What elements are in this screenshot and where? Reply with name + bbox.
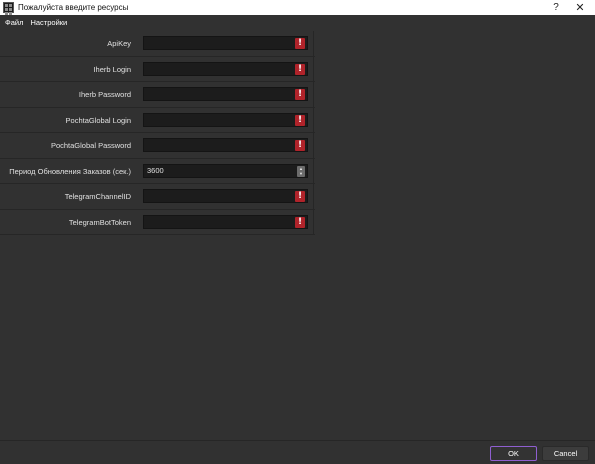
telegram-channel-id-field[interactable]: !	[143, 189, 308, 203]
footer-divider	[0, 440, 595, 441]
window-title: Пожалуйста введите ресурсы	[18, 3, 129, 12]
apikey-input[interactable]	[144, 37, 307, 49]
iherb-password-label: Iherb Password	[78, 90, 131, 99]
menu-bar: Файл Настройки	[0, 15, 595, 29]
row-pochtaglobal-password: PochtaGlobal Password !	[0, 133, 315, 159]
pochtaglobal-login-field[interactable]: !	[143, 112, 308, 127]
telegram-bot-token-field[interactable]: !	[143, 214, 308, 229]
pochtaglobal-password-input[interactable]	[144, 139, 307, 151]
apikey-label: ApiKey	[107, 39, 131, 48]
iherb-login-field[interactable]: !	[143, 61, 308, 76]
row-telegram-channel-id: TelegramChannelID !	[0, 184, 315, 210]
iherb-password-input[interactable]	[144, 88, 307, 100]
ok-button[interactable]: OK	[490, 446, 537, 461]
telegram-bot-token-input[interactable]	[144, 215, 307, 228]
warning-icon: !	[295, 191, 305, 202]
row-apikey: ApiKey !	[0, 31, 315, 57]
cancel-button[interactable]: Cancel	[542, 446, 589, 461]
warning-icon: !	[295, 89, 305, 100]
warning-icon: !	[295, 38, 305, 49]
telegram-channel-id-input[interactable]	[144, 190, 307, 202]
row-pochtaglobal-login: PochtaGlobal Login !	[0, 108, 315, 133]
iherb-password-field[interactable]: !	[143, 87, 308, 101]
pochtaglobal-password-label: PochtaGlobal Password	[50, 141, 131, 150]
iherb-login-label: Iherb Login	[93, 64, 131, 74]
row-update-period: Период Обновления Заказов (сек.) ▲▼	[0, 159, 315, 184]
row-iherb-password: Iherb Password !	[0, 82, 315, 108]
pochtaglobal-login-label: PochtaGlobal Login	[65, 115, 131, 125]
resource-form: ApiKey ! Iherb Login ! Iherb Password ! …	[0, 31, 315, 235]
apikey-field[interactable]: !	[143, 36, 308, 50]
update-period-input[interactable]	[144, 164, 307, 177]
menu-file[interactable]: Файл	[3, 18, 25, 27]
row-iherb-login: Iherb Login !	[0, 57, 315, 82]
warning-icon: !	[295, 114, 305, 126]
warning-icon: !	[295, 63, 305, 75]
telegram-bot-token-label: TelegramBotToken	[68, 217, 131, 227]
spin-arrows-icon[interactable]: ▲ ▼	[297, 165, 305, 177]
form-divider	[313, 31, 314, 235]
update-period-spinbox[interactable]: ▲▼	[143, 163, 308, 178]
window-title-bar: Пожалуйста введите ресурсы ? ✕	[0, 0, 595, 23]
pochtaglobal-login-input[interactable]	[144, 113, 307, 126]
warning-icon: !	[295, 216, 305, 228]
row-telegram-bot-token: TelegramBotToken !	[0, 210, 315, 235]
warning-icon: !	[295, 140, 305, 151]
pochtaglobal-password-field[interactable]: !	[143, 138, 308, 152]
telegram-channel-id-label: TelegramChannelID	[64, 192, 131, 201]
iherb-login-input[interactable]	[144, 62, 307, 75]
help-button[interactable]: ?	[545, 0, 567, 15]
menu-settings[interactable]: Настройки	[28, 18, 69, 27]
close-icon[interactable]: ✕	[569, 0, 591, 15]
update-period-label: Период Обновления Заказов (сек.)	[9, 166, 131, 176]
app-icon	[3, 2, 14, 23]
